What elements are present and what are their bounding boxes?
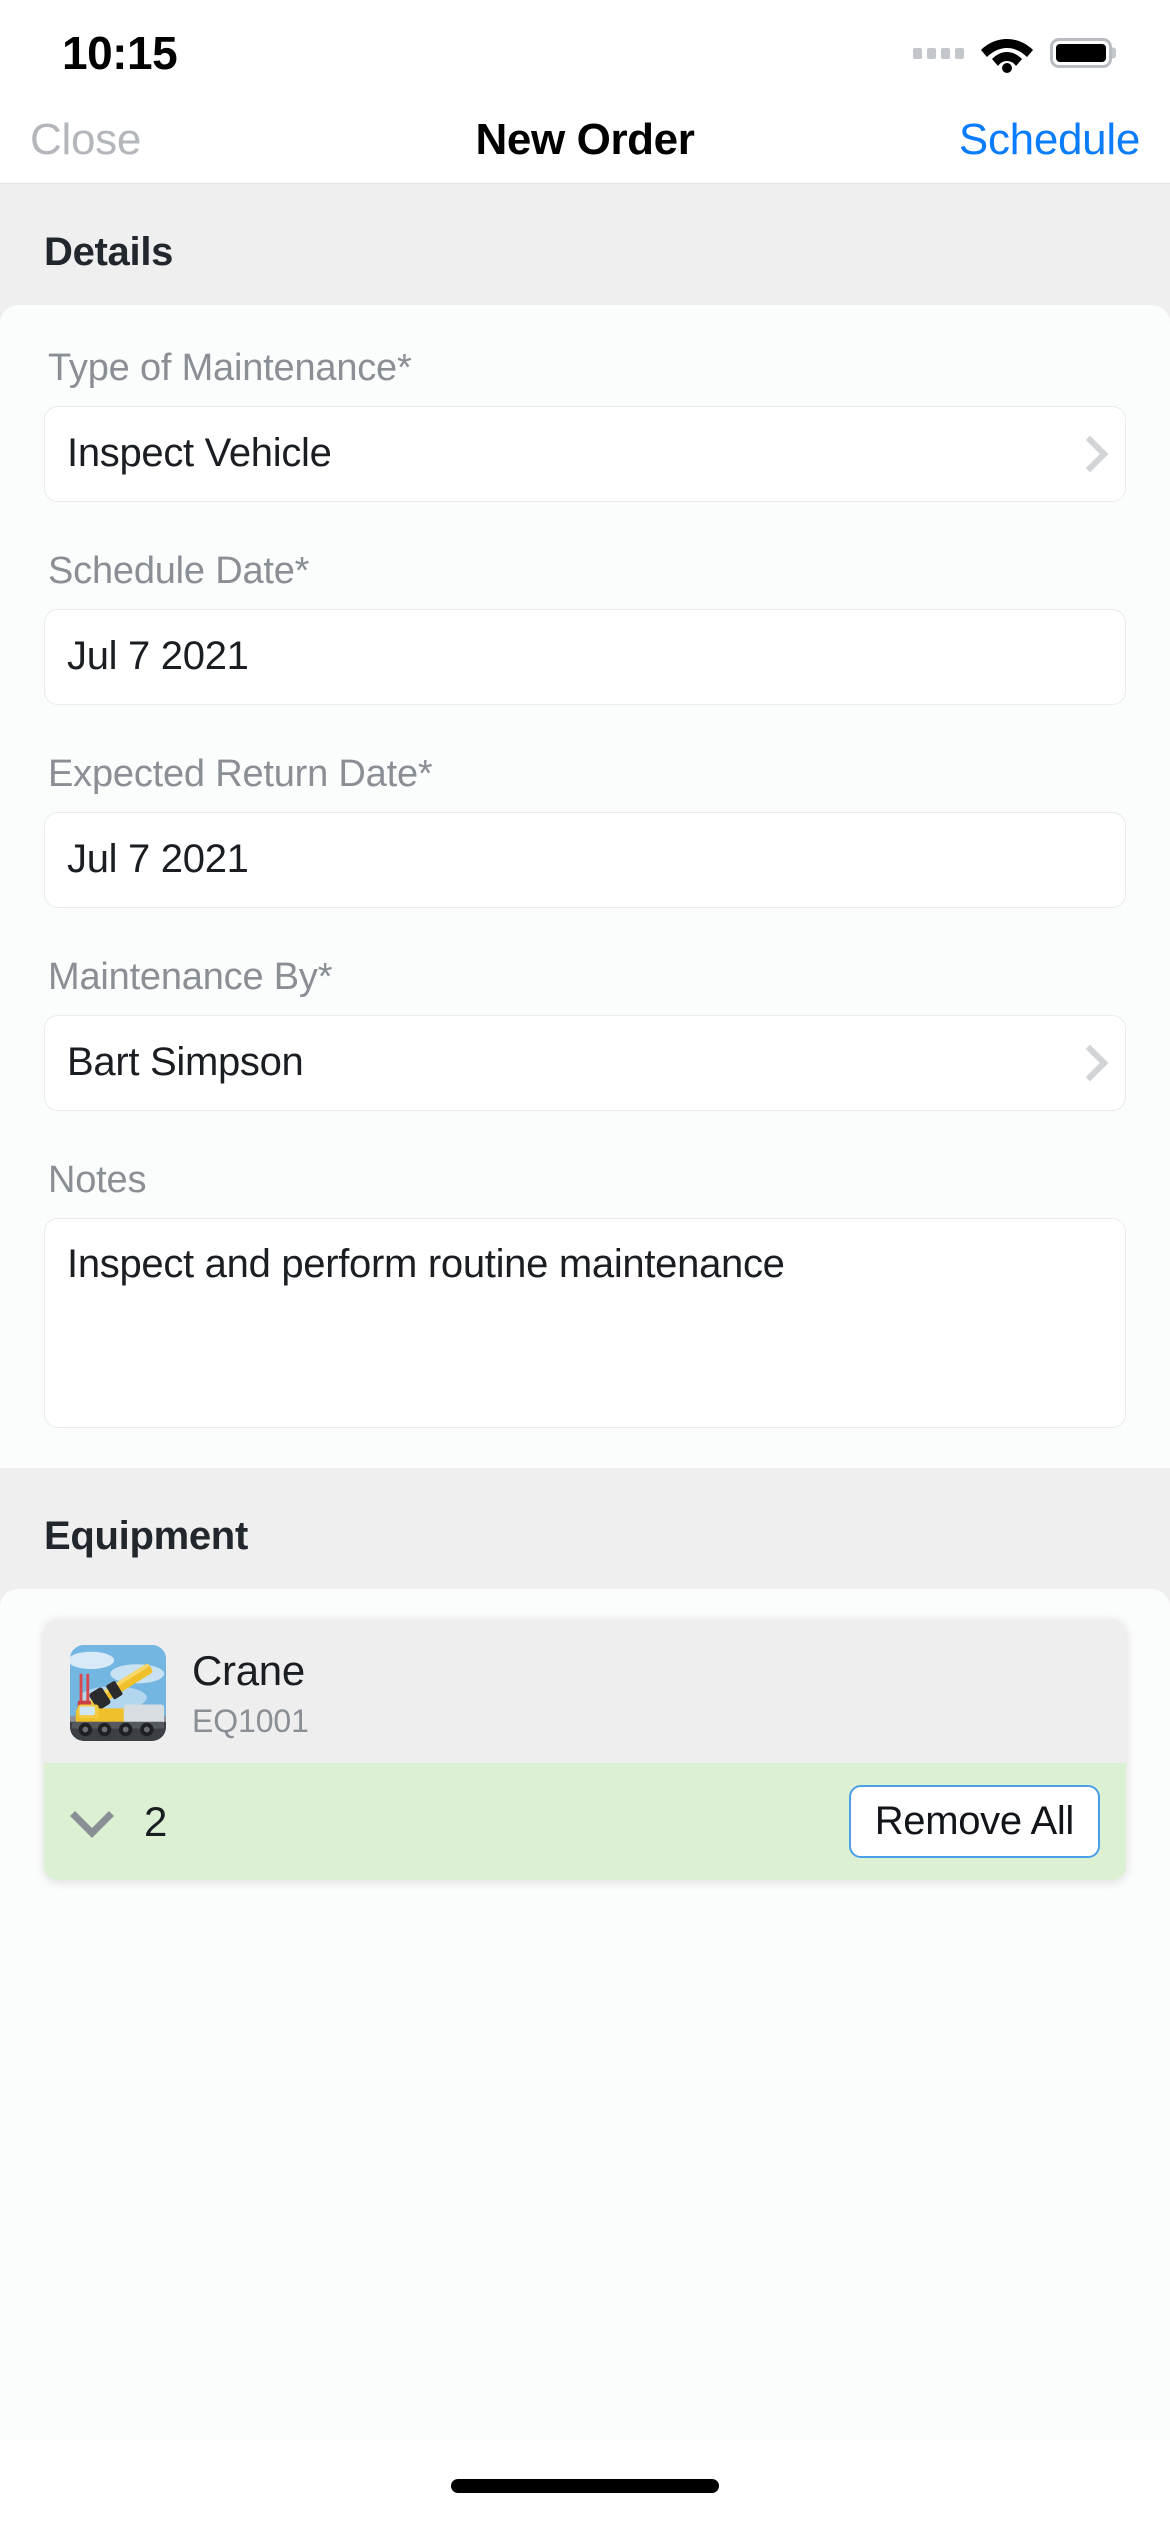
equipment-quantity: 2 xyxy=(144,1797,168,1845)
equipment-item-meta: Crane EQ1001 xyxy=(192,1645,309,1740)
field-value: Jul 7 2021 xyxy=(67,633,249,678)
equipment-item-header: Crane EQ1001 xyxy=(44,1619,1126,1763)
field-value: Jul 7 2021 xyxy=(67,836,249,881)
field-label: Maintenance By* xyxy=(48,956,333,998)
field-value: Bart Simpson xyxy=(67,1039,304,1084)
notes-value: Inspect and perform routine maintenance xyxy=(67,1242,785,1286)
field-label: Type of Maintenance* xyxy=(48,347,412,389)
battery-full-icon xyxy=(1050,38,1112,68)
crane-photo xyxy=(70,1645,166,1741)
home-indicator-area xyxy=(0,2440,1170,2532)
chevron-down-icon[interactable] xyxy=(70,1800,114,1844)
field-value: Inspect Vehicle xyxy=(67,430,332,475)
equipment-card: Crane EQ1001 2 Remove All xyxy=(0,1589,1170,2440)
field-maintenance-by: Maintenance By* Bart Simpson xyxy=(44,936,1126,1111)
schedule-date-input[interactable]: Jul 7 2021 xyxy=(44,609,1126,705)
form-scroll-area[interactable]: Details Type of Maintenance* Inspect Veh… xyxy=(0,184,1170,2440)
field-label: Schedule Date* xyxy=(48,550,310,592)
details-section-header: Details xyxy=(0,184,1170,305)
home-indicator[interactable] xyxy=(451,2479,719,2493)
schedule-button[interactable]: Schedule xyxy=(959,115,1140,165)
field-label: Expected Return Date* xyxy=(48,753,433,795)
phone-screen: 10:15 Close New Order Schedule Details T… xyxy=(0,0,1170,2532)
chevron-right-icon xyxy=(1077,1044,1099,1082)
field-notes: Notes Inspect and perform routine mainte… xyxy=(44,1139,1126,1428)
signal-dots-icon xyxy=(913,47,964,59)
status-bar: 10:15 xyxy=(0,0,1170,96)
equipment-name: Crane xyxy=(192,1647,305,1694)
expected-return-date-input[interactable]: Jul 7 2021 xyxy=(44,812,1126,908)
field-expected-return-date: Expected Return Date* Jul 7 2021 xyxy=(44,733,1126,908)
field-type-of-maintenance: Type of Maintenance* Inspect Vehicle xyxy=(44,327,1126,502)
notes-textarea[interactable]: Inspect and perform routine maintenance xyxy=(44,1218,1126,1428)
navigation-bar: Close New Order Schedule xyxy=(0,96,1170,184)
remove-all-button[interactable]: Remove All xyxy=(848,1785,1100,1858)
details-card: Type of Maintenance* Inspect Vehicle Sch… xyxy=(0,305,1170,1468)
equipment-item-footer: 2 Remove All xyxy=(44,1763,1126,1880)
chevron-right-icon xyxy=(1077,435,1099,473)
equipment-section-header: Equipment xyxy=(0,1468,1170,1589)
maintenance-by-select[interactable]: Bart Simpson xyxy=(44,1015,1126,1111)
equipment-list-item[interactable]: Crane EQ1001 2 Remove All xyxy=(44,1619,1126,1880)
field-schedule-date: Schedule Date* Jul 7 2021 xyxy=(44,530,1126,705)
type-of-maintenance-select[interactable]: Inspect Vehicle xyxy=(44,406,1126,502)
status-time: 10:15 xyxy=(62,27,178,79)
field-label: Notes xyxy=(48,1159,147,1201)
status-indicators xyxy=(913,23,1112,73)
wifi-icon xyxy=(981,39,1033,73)
close-button[interactable]: Close xyxy=(30,115,141,165)
equipment-code: EQ1001 xyxy=(192,1703,309,1740)
